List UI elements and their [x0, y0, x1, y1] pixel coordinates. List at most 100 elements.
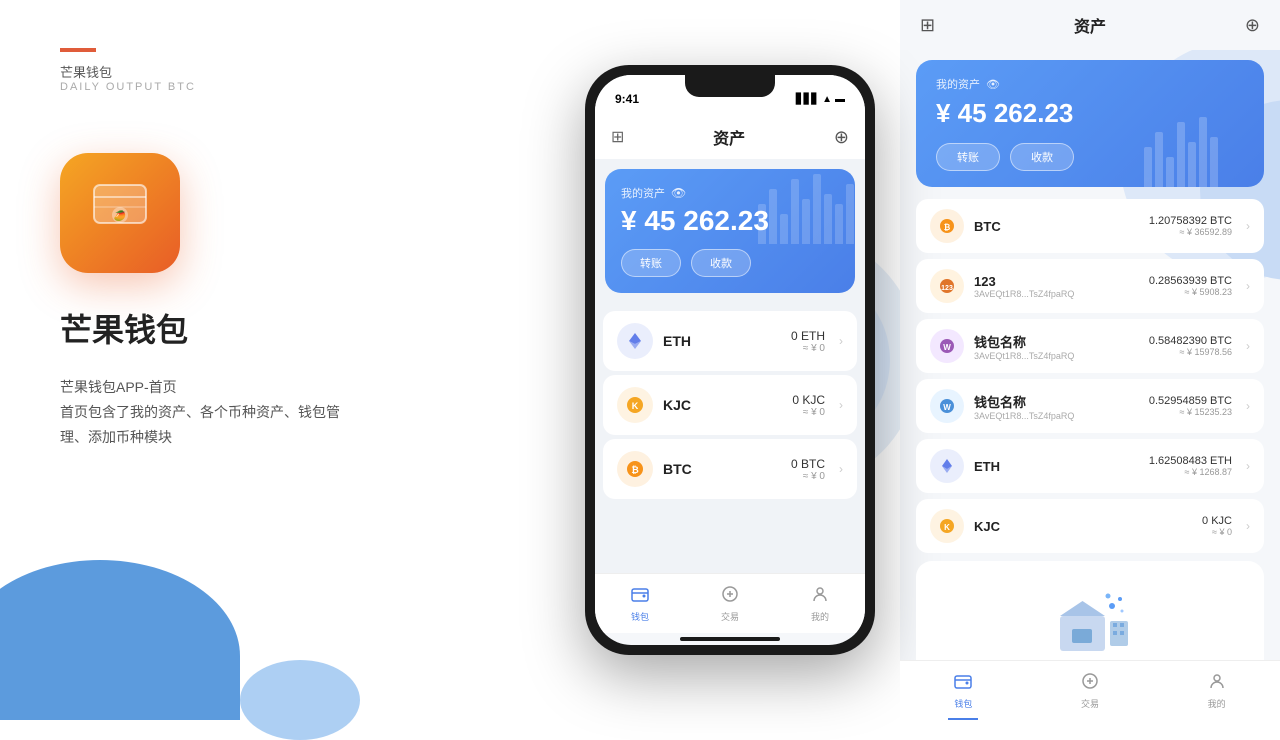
right-receive-button[interactable]: 收款 — [1010, 143, 1074, 171]
eth-name: ETH — [663, 333, 781, 349]
right-content: 我的资产 👁 ¥ 45 262.23 转账 收款 ₿ BTC 1.2075839… — [900, 50, 1280, 660]
phone-screen: 9:41 ▋▋▋ ▲ ▬ ⊞ 资产 ⊕ — [595, 75, 865, 645]
nav-transaction-label: 交易 — [721, 610, 739, 623]
right-coin-123[interactable]: 123 123 3AvEQt1R8...TsZ4fpaRQ 0.28563939… — [916, 259, 1264, 313]
header-grid-icon[interactable]: ⊞ — [611, 127, 624, 147]
eth-icon — [617, 323, 653, 359]
btc-name: BTC — [663, 461, 781, 477]
svg-text:123: 123 — [941, 285, 953, 292]
right-nav-mine[interactable]: 我的 — [1153, 661, 1280, 720]
header-add-icon[interactable]: ⊕ — [834, 127, 849, 148]
eye-icon[interactable]: 👁 — [671, 186, 686, 200]
wifi-icon: ▲ — [822, 94, 832, 105]
right-coin-eth[interactable]: ETH 1.62508483 ETH ≈ ¥ 1268.87 › — [916, 439, 1264, 493]
right-coin-wallet2[interactable]: W 钱包名称 3AvEQt1R8...TsZ4fpaRQ 0.52954859 … — [916, 379, 1264, 433]
right-wallet1-balance: 0.58482390 BTC ≈ ¥ 15978.56 — [1149, 335, 1232, 357]
right-nav-transaction[interactable]: 交易 — [1027, 661, 1154, 720]
battery-icon: ▬ — [835, 94, 845, 105]
phone-header-title: 资产 — [713, 125, 745, 149]
kjc-balance: 0 KJC ≈ ¥ 0 — [792, 393, 825, 418]
transfer-button[interactable]: 转账 — [621, 249, 681, 277]
right-header-grid-icon[interactable]: ⊞ — [920, 15, 935, 36]
right-header: ⊞ 资产 ⊕ — [900, 0, 1280, 50]
right-eye-icon[interactable]: 👁 — [986, 78, 1000, 91]
phone-frame: 9:41 ▋▋▋ ▲ ▬ ⊞ 资产 ⊕ — [585, 65, 875, 655]
create-wallet-box: 请先创建或导入ETH钱包 创建 导入 — [916, 561, 1264, 660]
right-transfer-button[interactable]: 转账 — [936, 143, 1000, 171]
wallet-nav-icon — [631, 585, 649, 608]
asset-card-background — [758, 174, 855, 244]
coin-item-btc[interactable]: ₿ BTC 0 BTC ≈ ¥ 0 › — [603, 439, 857, 499]
right-header-title: 资产 — [1074, 13, 1106, 37]
right-wallet1-info: 钱包名称 3AvEQt1R8...TsZ4fpaRQ — [974, 332, 1139, 361]
svg-text:🥭: 🥭 — [114, 209, 127, 222]
right-coin-wallet1[interactable]: W 钱包名称 3AvEQt1R8...TsZ4fpaRQ 0.58482390 … — [916, 319, 1264, 373]
right-btc-icon: ₿ — [930, 209, 964, 243]
right-eth-icon — [930, 449, 964, 483]
svg-text:K: K — [944, 523, 950, 532]
app-icon-symbol: 🥭 — [90, 177, 150, 250]
asset-card: 我的资产 👁 ¥ 45 262.23 转账 收款 — [605, 169, 855, 293]
phone-header: ⊞ 资产 ⊕ — [595, 115, 865, 159]
right-123-balance: 0.28563939 BTC ≈ ¥ 5908.23 — [1149, 275, 1232, 297]
coin-item-eth[interactable]: ETH 0 ETH ≈ ¥ 0 › — [603, 311, 857, 371]
right-wallet2-arrow: › — [1246, 399, 1250, 413]
coin-item-kjc[interactable]: K KJC 0 KJC ≈ ¥ 0 › — [603, 375, 857, 435]
create-wallet-illustration — [1040, 581, 1140, 660]
right-123-info: 123 3AvEQt1R8...TsZ4fpaRQ — [974, 274, 1139, 299]
coin-list: ETH 0 ETH ≈ ¥ 0 › K KJC 0 KJC — [595, 303, 865, 507]
right-123-arrow: › — [1246, 279, 1250, 293]
svg-text:₿: ₿ — [944, 223, 951, 232]
right-nav-wallet[interactable]: 钱包 — [900, 661, 1027, 720]
transaction-nav-icon — [721, 585, 739, 608]
right-nav-mine-label: 我的 — [1208, 697, 1226, 710]
brand-subtitle: DAILY OUTPUT BTC — [60, 81, 500, 93]
mine-nav-icon — [811, 585, 829, 608]
phone-bottom-nav: 钱包 交易 我的 — [595, 573, 865, 633]
right-asset-card-bg — [1144, 60, 1264, 187]
kjc-arrow: › — [839, 398, 843, 412]
app-icon: 🥭 — [60, 153, 180, 273]
right-asset-card: 我的资产 👁 ¥ 45 262.23 转账 收款 — [916, 60, 1264, 187]
right-panel: ⊞ 资产 ⊕ 我的资产 👁 ¥ 45 262.23 — [900, 0, 1280, 720]
right-transaction-nav-icon — [1081, 672, 1099, 695]
right-eth-arrow: › — [1246, 459, 1250, 473]
right-nav-transaction-label: 交易 — [1081, 697, 1099, 710]
svg-text:K: K — [632, 401, 639, 411]
right-nav-wallet-label: 钱包 — [954, 697, 972, 710]
right-wallet2-icon: W — [930, 389, 964, 423]
phone-content: 我的资产 👁 ¥ 45 262.23 转账 收款 ETH — [595, 159, 865, 573]
phone-mockup: 9:41 ▋▋▋ ▲ ▬ ⊞ 资产 ⊕ — [560, 0, 900, 720]
right-btc-info: BTC — [974, 219, 1139, 234]
right-eth-balance: 1.62508483 ETH ≈ ¥ 1268.87 — [1149, 455, 1232, 477]
svg-text:₿: ₿ — [631, 465, 638, 475]
right-btc-balance: 1.20758392 BTC ≈ ¥ 36592.89 — [1149, 215, 1232, 237]
btc-icon: ₿ — [617, 451, 653, 487]
right-bottom-nav: 钱包 交易 我的 — [900, 660, 1280, 720]
left-panel: 芒果钱包 DAILY OUTPUT BTC 🥭 芒果钱包 芒果钱包APP-首页 … — [0, 0, 560, 720]
right-wallet2-balance: 0.52954859 BTC ≈ ¥ 15235.23 — [1149, 395, 1232, 417]
right-coin-btc[interactable]: ₿ BTC 1.20758392 BTC ≈ ¥ 36592.89 › — [916, 199, 1264, 253]
right-kjc-balance: 0 KJC ≈ ¥ 0 — [1202, 515, 1232, 537]
nav-wallet[interactable]: 钱包 — [595, 574, 685, 633]
kjc-name: KJC — [663, 397, 782, 413]
right-wallet2-info: 钱包名称 3AvEQt1R8...TsZ4fpaRQ — [974, 392, 1139, 421]
nav-mine[interactable]: 我的 — [775, 574, 865, 633]
receive-button[interactable]: 收款 — [691, 249, 751, 277]
btc-balance: 0 BTC ≈ ¥ 0 — [791, 457, 825, 482]
brand-name: 芒果钱包 — [60, 62, 500, 81]
right-header-add-icon[interactable]: ⊕ — [1245, 15, 1260, 36]
nav-transaction[interactable]: 交易 — [685, 574, 775, 633]
app-title: 芒果钱包 — [60, 305, 500, 351]
right-kjc-arrow: › — [1246, 519, 1250, 533]
decorative-blob-1 — [0, 560, 240, 720]
btc-arrow: › — [839, 462, 843, 476]
nav-mine-label: 我的 — [811, 610, 829, 623]
right-wallet1-arrow: › — [1246, 339, 1250, 353]
home-indicator — [680, 637, 780, 641]
eth-arrow: › — [839, 334, 843, 348]
right-kjc-info: KJC — [974, 519, 1192, 534]
svg-text:W: W — [943, 343, 951, 352]
app-description: 芒果钱包APP-首页 首页包含了我的资产、各个币种资产、钱包管 理、添加币种模块 — [60, 375, 500, 451]
right-coin-kjc[interactable]: K KJC 0 KJC ≈ ¥ 0 › — [916, 499, 1264, 553]
